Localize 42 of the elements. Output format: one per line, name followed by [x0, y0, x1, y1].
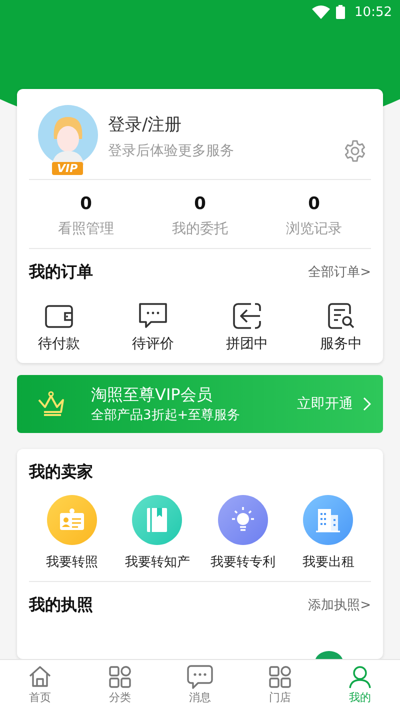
- add-license-link[interactable]: 添加执照>: [308, 596, 371, 614]
- tab-bar-item[interactable]: 门店: [240, 660, 320, 710]
- wifi-icon: [312, 5, 330, 19]
- vip-activate-label: 立即开通: [297, 395, 353, 413]
- vip-badge: VIP: [52, 162, 83, 175]
- section-title: 我的卖家: [29, 462, 93, 482]
- stat-count[interactable]: 0: [194, 194, 206, 214]
- section-title: 我的执照: [29, 594, 93, 616]
- order-status-label[interactable]: 待付款: [38, 335, 80, 353]
- chat-bubble-icon: [187, 665, 213, 689]
- status-time: 10:52: [354, 4, 392, 20]
- order-status-label[interactable]: 待评价: [132, 335, 174, 353]
- back-arrow-box-icon[interactable]: [233, 303, 261, 329]
- document-search-icon[interactable]: [327, 303, 355, 329]
- avatar[interactable]: [38, 105, 98, 165]
- order-status-label[interactable]: 拼团中: [226, 335, 268, 353]
- tab-bar-item[interactable]: 首页: [0, 660, 80, 710]
- person-icon: [348, 665, 372, 689]
- vip-title: 淘照至尊VIP会员: [91, 384, 214, 406]
- chevron-right-icon: [363, 397, 371, 411]
- section-title: 我的订单: [29, 262, 93, 282]
- settings-icon[interactable]: [343, 139, 367, 163]
- comment-icon[interactable]: [139, 303, 167, 329]
- stat-count[interactable]: 0: [308, 194, 320, 214]
- grid-icon: [268, 665, 292, 689]
- seller-option-label[interactable]: 我要转专利: [210, 553, 276, 571]
- tab-bar-item[interactable]: 分类: [80, 660, 160, 710]
- seller-option-label[interactable]: 我要出租: [302, 553, 354, 571]
- order-status-label[interactable]: 服务中: [320, 335, 362, 353]
- all-orders-link[interactable]: 全部订单>: [308, 263, 371, 281]
- tab-bar-item[interactable]: 消息: [160, 660, 240, 710]
- crown-icon: [37, 390, 65, 418]
- home-icon: [28, 665, 52, 689]
- bulb-icon[interactable]: [218, 495, 268, 545]
- seller-option-label[interactable]: 我要转知产: [124, 553, 190, 571]
- grid-icon: [108, 665, 132, 689]
- login-register-link[interactable]: 登录/注册: [108, 112, 333, 136]
- seller-option-label[interactable]: 我要转照: [46, 553, 98, 571]
- wallet-icon[interactable]: [45, 303, 73, 329]
- login-hint: 登录后体验更多服务: [108, 142, 235, 160]
- vip-subtitle: 全部产品3折起+至尊服务: [91, 406, 242, 424]
- stat-count[interactable]: 0: [80, 194, 92, 214]
